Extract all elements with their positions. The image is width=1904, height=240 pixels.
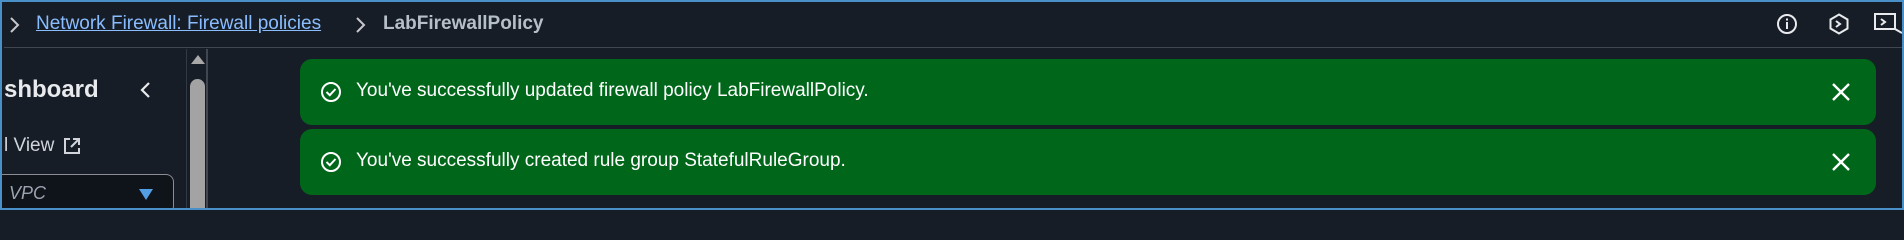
scroll-up-icon[interactable] bbox=[191, 55, 205, 64]
check-circle-icon bbox=[320, 81, 342, 103]
console-frame: Network Firewall: Firewall policies LabF… bbox=[0, 0, 1904, 210]
screen-feedback-icon[interactable] bbox=[1872, 8, 1902, 40]
nav-view-link[interactable]: l View bbox=[4, 133, 82, 159]
nav-title: shboard bbox=[4, 76, 99, 103]
scroll-thumb[interactable] bbox=[190, 79, 205, 208]
info-icon[interactable] bbox=[1771, 8, 1803, 40]
vpc-filter-select[interactable]: VPC bbox=[2, 174, 174, 208]
success-notification: You've successfully created rule group S… bbox=[300, 129, 1876, 195]
caret-down-icon bbox=[139, 189, 153, 200]
vpc-filter-value: VPC bbox=[9, 183, 47, 203]
notification-message: You've successfully updated firewall pol… bbox=[356, 80, 869, 101]
nav-view-link-label: l View bbox=[4, 135, 55, 156]
chevron-right-icon bbox=[354, 12, 368, 44]
check-circle-icon bbox=[320, 151, 342, 173]
cloudshell-hexagon-icon[interactable] bbox=[1823, 8, 1855, 40]
dismiss-notification-button[interactable] bbox=[1828, 149, 1854, 175]
collapse-nav-button[interactable] bbox=[132, 75, 160, 105]
external-link-icon bbox=[62, 136, 82, 156]
dismiss-notification-button[interactable] bbox=[1828, 79, 1854, 105]
side-navigation: shboard l View VPC bbox=[2, 49, 210, 208]
success-notification: You've successfully updated firewall pol… bbox=[300, 59, 1876, 125]
nav-scrollbar[interactable] bbox=[186, 49, 208, 208]
chevron-right-icon bbox=[8, 12, 22, 44]
notification-message: You've successfully created rule group S… bbox=[356, 150, 846, 171]
breadcrumb-current-page: LabFirewallPolicy bbox=[383, 13, 544, 34]
breadcrumb-firewall-policies-link[interactable]: Network Firewall: Firewall policies bbox=[36, 10, 321, 38]
breadcrumb-bar: Network Firewall: Firewall policies LabF… bbox=[4, 4, 1902, 48]
